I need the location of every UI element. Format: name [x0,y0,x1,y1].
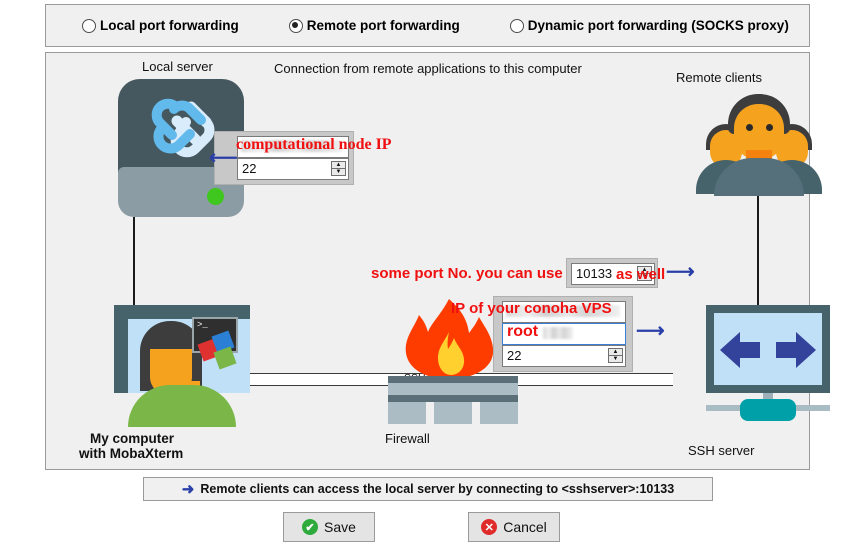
line-server-to-computer [133,217,135,305]
ssh-server-host-annotation: IP of your conoha VPS [451,300,612,317]
ssh-server-user-value: root [507,323,539,340]
radio-remote-port-forwarding[interactable]: Remote port forwarding [288,18,460,33]
cancel-x-icon: ✕ [481,519,498,535]
port-forwarding-diagram: Connection from remote applications to t… [45,52,830,470]
spinner-down-icon[interactable]: ▼ [331,168,346,176]
local-server-status-led [207,188,224,205]
my-computer-label-line1: My computer [90,431,175,446]
ssh-server-icon [706,305,836,425]
client-main-eye-right [766,124,773,131]
arrow-right-to-ssh-server: ⟶ [636,320,665,342]
local-target-port-value: 22 [242,161,257,176]
client-main-eye-left [746,124,753,131]
diagram-caption: Connection from remote applications to t… [274,61,582,76]
ssh-server-user-masked-value [543,327,573,339]
radio-dynamic-port-forwarding[interactable]: Dynamic port forwarding (SOCKS proxy) [509,18,789,33]
radio-dynamic-port-forwarding-dot[interactable] [509,18,524,33]
ssh-server-label: SSH server [688,443,755,458]
my-computer-icon: >_ [114,305,254,427]
firewall-brick-row-1 [388,383,518,395]
status-arrow-icon: ➜ [181,481,195,498]
local-target-port-spinner[interactable]: ▲ ▼ [331,161,346,178]
save-check-icon: ✔ [302,519,319,535]
cancel-button-label: Cancel [503,519,547,535]
remote-port-annotation-prefix: some port No. you can use [371,265,563,282]
remote-port-value: 10133 [576,266,613,281]
radio-local-port-forwarding-dot[interactable] [82,18,96,33]
local-target-port-input[interactable]: 22 ▲ ▼ [237,158,349,180]
radio-local-port-forwarding[interactable]: Local port forwarding [82,18,239,33]
forwarding-mode-selector: Local port forwarding Remote port forwar… [45,4,810,47]
ssh-server-base-pill [740,399,796,421]
local-target-host-annotation: computational node IP [236,136,392,153]
radio-local-port-forwarding-label: Local port forwarding [100,18,239,33]
status-bar: ➜ Remote clients can access the local se… [143,477,713,501]
save-button-label: Save [324,519,356,535]
local-server-label: Local server [142,59,213,74]
firewall-label: Firewall [385,431,430,446]
ssh-server-port-spinner[interactable]: ▲ ▼ [608,348,623,365]
save-button[interactable]: ✔ Save [283,512,375,542]
remote-port-annotation: as well [616,266,666,283]
bidirectional-arrows-icon [720,332,816,368]
status-message: Remote clients can access the local serv… [200,482,675,496]
firewall-brick-c [480,402,518,424]
arrow-right-to-ssh-server-top: ⟶ [666,261,695,283]
firewall-brick-b [434,402,472,424]
terminal-prompt: >_ [197,320,208,330]
remote-clients-icon [684,78,832,196]
radio-remote-port-forwarding-dot[interactable] [288,18,303,33]
firewall-brick-a [388,402,426,424]
spinner-down-icon[interactable]: ▼ [608,355,623,363]
radio-remote-port-forwarding-label: Remote port forwarding [306,18,460,33]
firewall-cap-top [388,376,518,383]
cancel-button[interactable]: ✕ Cancel [468,512,560,542]
my-computer-label-line2: with MobaXterm [79,446,184,461]
firewall-cap-mid [388,395,518,402]
radio-dynamic-port-forwarding-label: Dynamic port forwarding (SOCKS proxy) [527,18,789,33]
arrow-left-to-local-server: ⟵ [209,147,238,169]
